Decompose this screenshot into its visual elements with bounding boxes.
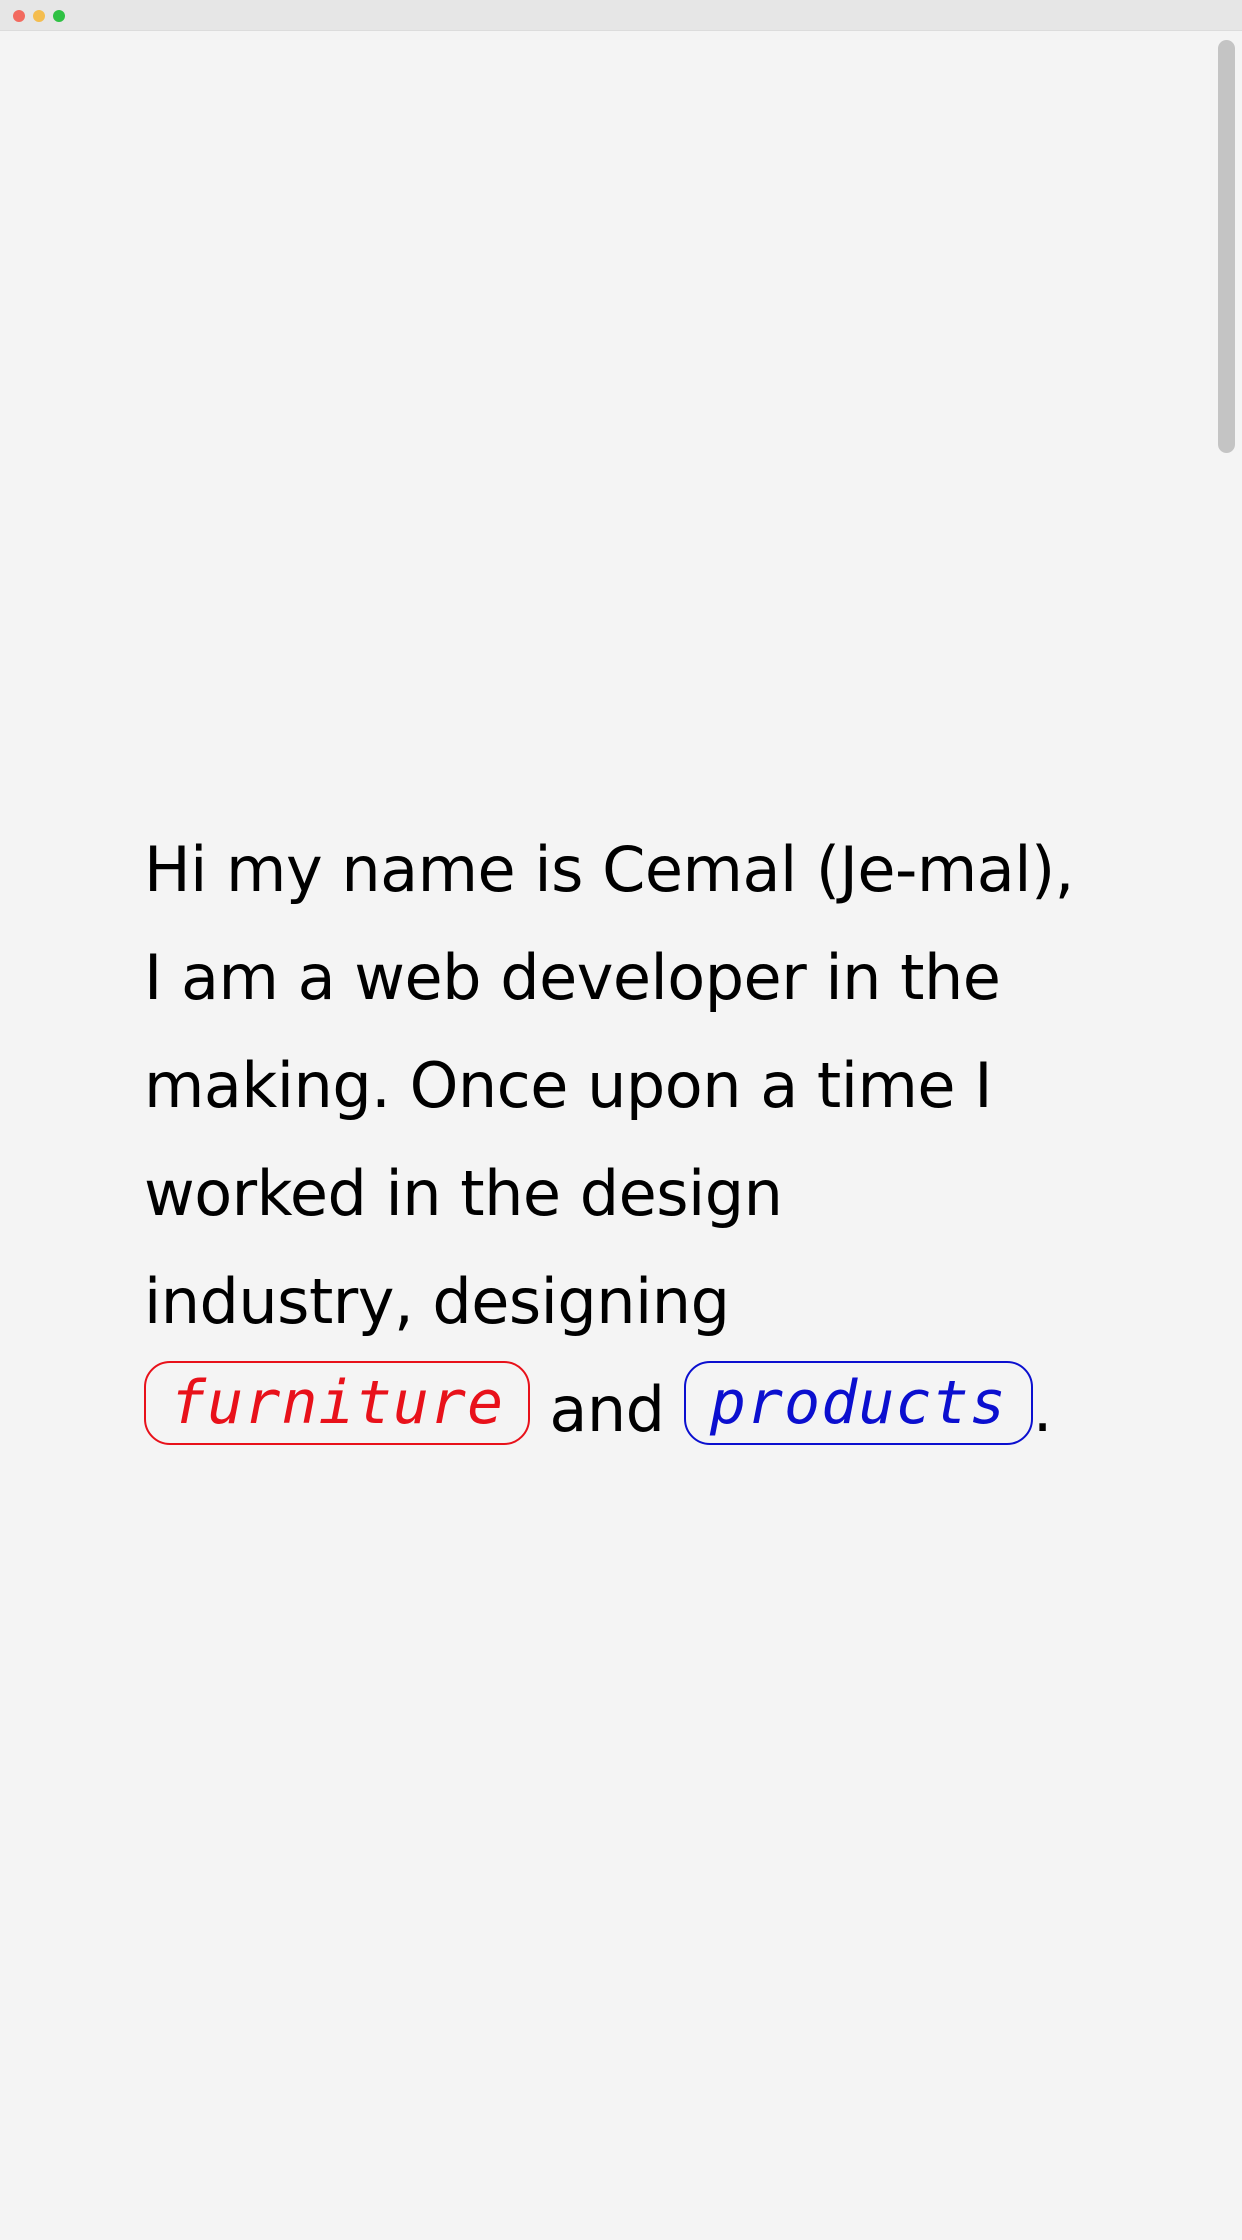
intro-connector: and	[549, 1373, 665, 1446]
intro-line: industry, designing	[144, 1265, 730, 1338]
intro-line: Hi my name is Cemal (Je-mal),	[144, 833, 1074, 906]
close-window-icon[interactable]	[13, 10, 25, 22]
intro-period: .	[1032, 1373, 1053, 1446]
intro-line: worked in the design	[144, 1157, 783, 1230]
intro-line: making. Once upon a time I	[144, 1049, 992, 1122]
intro-paragraph: Hi my name is Cemal (Je-mal), I am a web …	[144, 816, 1104, 1464]
minimize-window-icon[interactable]	[33, 10, 45, 22]
maximize-window-icon[interactable]	[53, 10, 65, 22]
products-link[interactable]: products	[683, 1361, 1033, 1445]
intro-line: I am a web developer in the	[144, 941, 1001, 1014]
window-titlebar	[0, 0, 1242, 31]
scrollbar-thumb[interactable]	[1218, 40, 1235, 453]
furniture-link[interactable]: furniture	[144, 1361, 531, 1445]
